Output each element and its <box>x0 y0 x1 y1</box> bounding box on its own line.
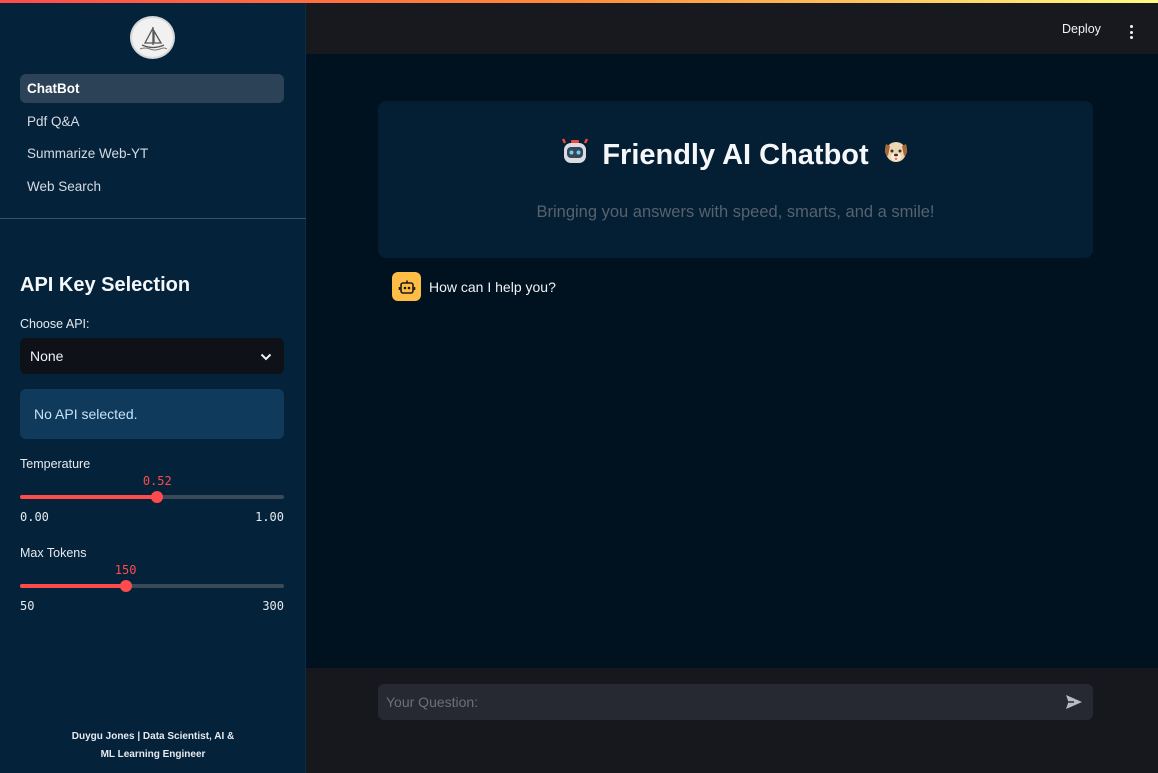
dog-face-icon <box>881 136 911 174</box>
footer-line-1: Duygu Jones | Data Scientist, AI & <box>71 731 235 742</box>
sidebar-divider <box>0 218 306 219</box>
temperature-max: 1.00 <box>255 510 284 524</box>
hero-banner: Friendly AI Chatbot Bringing you answers… <box>378 101 1093 258</box>
top-header <box>306 0 1158 54</box>
sidebar-item-summarize-web-yt[interactable]: Summarize Web-YT <box>20 139 284 168</box>
footer-line-2: ML Learning Engineer <box>100 749 206 760</box>
deploy-button[interactable]: Deploy <box>1062 22 1101 36</box>
kebab-menu-icon[interactable] <box>1122 22 1140 42</box>
temperature-min: 0.00 <box>20 510 49 524</box>
hero-title-row: Friendly AI Chatbot <box>378 136 1093 174</box>
max-tokens-label: Max Tokens <box>20 546 87 560</box>
api-section-title: API Key Selection <box>20 274 191 296</box>
hero-title: Friendly AI Chatbot <box>602 138 869 171</box>
max-tokens-slider[interactable]: 150 <box>20 563 284 592</box>
temperature-value: 0.52 <box>142 474 172 488</box>
sidebar: ChatBot Pdf Q&A Summarize Web-YT Web Sea… <box>0 0 306 773</box>
temperature-label: Temperature <box>20 457 91 471</box>
api-info-message: No API selected. <box>34 406 138 422</box>
temperature-slider-thumb[interactable] <box>151 491 164 503</box>
api-info-box: No API selected. <box>20 389 284 439</box>
chevron-down-icon <box>260 348 272 364</box>
bot-icon <box>392 272 421 301</box>
send-arrow-icon[interactable] <box>1063 691 1085 713</box>
max-tokens-slider-thumb[interactable] <box>119 580 132 592</box>
sidebar-item-pdf-qa[interactable]: Pdf Q&A <box>20 107 284 136</box>
temperature-range: 0.00 1.00 <box>20 510 284 524</box>
chat-message-text: How can I help you? <box>429 278 556 295</box>
sidebar-footer: Duygu Jones | Data Scientist, AI & ML Le… <box>0 728 306 764</box>
max-tokens-min: 50 <box>20 599 35 613</box>
max-tokens-slider-fill <box>20 584 126 588</box>
chat-message: How can I help you? <box>392 272 556 301</box>
api-select-value: None <box>30 348 64 364</box>
chat-input[interactable] <box>378 684 1048 720</box>
max-tokens-value: 150 <box>114 563 137 577</box>
max-tokens-range: 50 300 <box>20 599 284 613</box>
sidebar-item-web-search[interactable]: Web Search <box>20 172 284 201</box>
temperature-slider[interactable]: 0.52 <box>20 474 284 503</box>
api-select[interactable]: None <box>20 338 284 374</box>
max-tokens-max: 300 <box>262 599 284 613</box>
top-accent-bar <box>0 0 1158 3</box>
temperature-slider-fill <box>20 495 158 499</box>
choose-api-label: Choose API: <box>20 317 90 331</box>
robot-face-icon <box>560 136 590 174</box>
sidebar-item-chatbot[interactable]: ChatBot <box>20 74 284 103</box>
sailboat-logo-icon <box>130 16 175 59</box>
hero-subtitle: Bringing you answers with speed, smarts,… <box>536 203 935 221</box>
sidebar-nav: ChatBot Pdf Q&A Summarize Web-YT Web Sea… <box>20 74 284 204</box>
chat-input-box <box>378 684 1093 720</box>
